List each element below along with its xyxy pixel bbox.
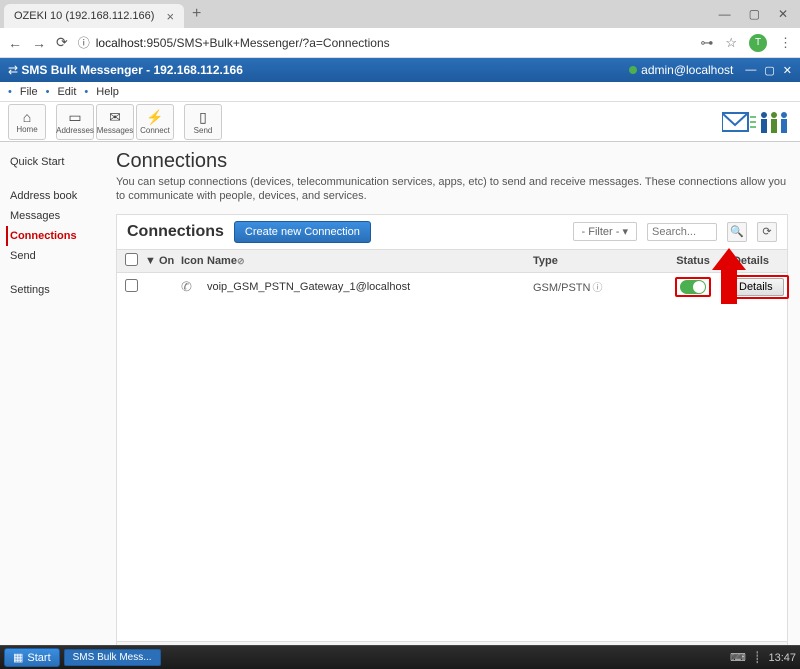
addresses-icon: ▭: [68, 109, 81, 126]
taskbar: ▦Start SMS Bulk Mess... ⌨ ┊ 13:47: [0, 645, 800, 669]
new-tab-button[interactable]: +: [192, 5, 201, 23]
table-header: ▼ On Icon Name⊘ Type Status Details: [117, 249, 787, 273]
sidebar-item-quickstart[interactable]: Quick Start: [6, 152, 106, 172]
menu-file[interactable]: File: [16, 86, 42, 98]
connections-panel: Connections Create new Connection - Filt…: [116, 214, 788, 645]
reload-button[interactable]: ⟳: [56, 34, 68, 51]
row-checkbox[interactable]: [125, 279, 138, 292]
app-minimize-icon[interactable]: —: [745, 64, 756, 77]
panel-title: Connections: [127, 223, 224, 241]
sidebar-item-send[interactable]: Send: [6, 246, 106, 266]
sort-icon[interactable]: ▼: [145, 255, 159, 267]
addresses-button[interactable]: ▭Addresses: [56, 104, 94, 140]
info-icon: ⓘ: [78, 34, 90, 51]
refresh-icon[interactable]: ⟳: [757, 222, 777, 242]
sidebar-item-connections[interactable]: Connections: [6, 226, 106, 246]
clock[interactable]: 13:47: [768, 652, 796, 664]
menu-help[interactable]: Help: [92, 86, 123, 98]
col-on[interactable]: On: [159, 255, 181, 267]
sidebar-item-settings[interactable]: Settings: [6, 280, 106, 300]
key-icon[interactable]: ⊶: [700, 35, 713, 51]
app-icon: ⇄: [8, 63, 18, 77]
menubar: •File •Edit •Help: [0, 82, 800, 102]
profile-avatar[interactable]: T: [749, 34, 767, 52]
row-name: voip_GSM_PSTN_Gateway_1@localhost: [207, 281, 533, 293]
status-highlight: [675, 277, 711, 297]
status-toggle[interactable]: [680, 280, 706, 294]
empty-area: [117, 301, 787, 641]
online-indicator-icon: [629, 66, 637, 74]
filter-dropdown[interactable]: - Filter - ▾: [573, 222, 637, 241]
sidebar: Quick Start Address book Messages Connec…: [0, 142, 112, 645]
search-icon[interactable]: 🔍: [727, 222, 747, 242]
toolbar: ⌂Home ▭Addresses ✉Messages ⚡Connect ▯Sen…: [0, 102, 800, 142]
browser-address-bar: ← → ⟳ ⓘ localhost:9505/SMS+Bulk+Messenge…: [0, 28, 800, 58]
window-minimize-icon[interactable]: —: [719, 7, 731, 21]
user-indicator[interactable]: admin@localhost: [629, 63, 733, 77]
taskbar-app-button[interactable]: SMS Bulk Mess...: [64, 649, 161, 666]
annotation-arrow-icon: [712, 248, 746, 304]
tab-title: OZEKI 10 (192.168.112.166): [14, 10, 154, 22]
col-type[interactable]: Type: [533, 255, 663, 267]
app-maximize-icon[interactable]: ▢: [764, 64, 774, 77]
help-icon[interactable]: ⓘ: [592, 283, 602, 294]
browser-titlebar: OZEKI 10 (192.168.112.166) × + — ▢ ✕: [0, 0, 800, 28]
table-row[interactable]: ✆ voip_GSM_PSTN_Gateway_1@localhost GSM/…: [117, 273, 787, 301]
window-close-icon[interactable]: ✕: [778, 7, 788, 21]
window-maximize-icon[interactable]: ▢: [749, 7, 760, 21]
start-icon: ▦: [13, 651, 23, 664]
page-title: Connections: [116, 150, 788, 173]
sidebar-item-messages[interactable]: Messages: [6, 206, 106, 226]
app-header: ⇄ SMS Bulk Messenger - 192.168.112.166 a…: [0, 58, 800, 82]
phone-icon: ✆: [181, 279, 192, 294]
tray-separator: ┊: [754, 651, 761, 664]
close-tab-icon[interactable]: ×: [166, 9, 174, 24]
browser-tab[interactable]: OZEKI 10 (192.168.112.166) ×: [4, 4, 184, 28]
forward-button[interactable]: →: [32, 35, 46, 51]
star-icon[interactable]: ☆: [725, 35, 737, 51]
page-description: You can setup connections (devices, tele…: [116, 175, 788, 204]
col-icon[interactable]: Icon: [181, 255, 207, 267]
menu-icon[interactable]: ⋮: [779, 35, 792, 51]
user-label: admin@localhost: [641, 63, 733, 77]
home-icon: ⌂: [23, 109, 31, 125]
tray-keyboard-icon[interactable]: ⌨: [730, 651, 746, 664]
row-type: GSM/PSTN: [533, 282, 590, 294]
col-name[interactable]: Name⊘: [207, 255, 533, 267]
app-close-icon[interactable]: ✕: [783, 64, 792, 77]
search-input[interactable]: [647, 223, 717, 241]
send-icon: ▯: [199, 109, 207, 126]
home-button[interactable]: ⌂Home: [8, 104, 46, 140]
connect-icon: ⚡: [146, 109, 163, 126]
app-title: SMS Bulk Messenger - 192.168.112.166: [21, 63, 242, 77]
messages-button[interactable]: ✉Messages: [96, 104, 134, 140]
messages-icon: ✉: [109, 109, 121, 126]
create-connection-button[interactable]: Create new Connection: [234, 221, 371, 243]
start-button[interactable]: ▦Start: [4, 648, 60, 667]
send-button[interactable]: ▯Send: [184, 104, 222, 140]
sort-indicator-icon: ⊘: [237, 256, 245, 266]
back-button[interactable]: ←: [8, 35, 22, 51]
url-input[interactable]: ⓘ localhost:9505/SMS+Bulk+Messenger/?a=C…: [78, 34, 691, 51]
content: Connections You can setup connections (d…: [112, 142, 800, 645]
select-all-checkbox[interactable]: [125, 253, 138, 266]
app-logo: [722, 107, 792, 137]
connect-button[interactable]: ⚡Connect: [136, 104, 174, 140]
menu-edit[interactable]: Edit: [53, 86, 80, 98]
sidebar-item-addressbook[interactable]: Address book: [6, 186, 106, 206]
